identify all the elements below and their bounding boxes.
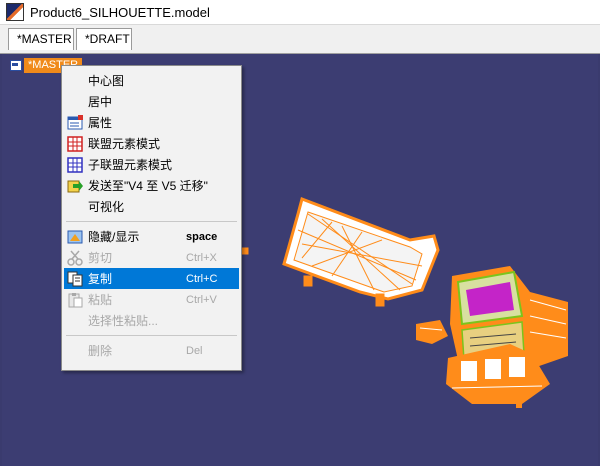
- hide-show-icon: [66, 228, 84, 246]
- send-to-icon: [66, 177, 84, 195]
- menu-item-copy[interactable]: 复制 Ctrl+C: [64, 268, 239, 289]
- paste-icon: [66, 291, 84, 309]
- context-menu: 中心图 居中 属性 联盟元素模式 子联盟元素模式 发送至"V4 至 V5 迁移"…: [61, 65, 242, 371]
- tab-master[interactable]: *MASTER: [8, 28, 74, 50]
- sub-federation-grid-icon: [66, 156, 84, 174]
- menu-item-sub-federation-mode[interactable]: 子联盟元素模式: [64, 154, 239, 175]
- tab-strip: *MASTER *DRAFT: [0, 25, 600, 54]
- federation-grid-icon: [66, 135, 84, 153]
- properties-icon: [66, 114, 84, 132]
- menu-item-visualization[interactable]: 可视化: [64, 196, 239, 217]
- menu-item-delete[interactable]: 删除 Del: [64, 340, 239, 361]
- product-icon: [10, 60, 22, 71]
- window-title: Product6_SILHOUETTE.model: [30, 4, 210, 20]
- menu-separator: [66, 335, 237, 336]
- tab-draft[interactable]: *DRAFT: [76, 28, 132, 50]
- copy-icon: [66, 270, 84, 288]
- instrument-cluster-part: [241, 197, 440, 307]
- menu-item-center-graph[interactable]: 中心图: [64, 70, 239, 91]
- menu-item-send-to-migration[interactable]: 发送至"V4 至 V5 迁移": [64, 175, 239, 196]
- scissors-icon: [66, 249, 84, 267]
- menu-item-paste[interactable]: 粘贴 Ctrl+V: [64, 289, 239, 310]
- title-bar: Product6_SILHOUETTE.model: [0, 0, 600, 25]
- menu-separator: [66, 221, 237, 222]
- menu-item-federation-mode[interactable]: 联盟元素模式: [64, 133, 239, 154]
- menu-item-hide-show[interactable]: 隐藏/显示 space: [64, 226, 239, 247]
- menu-item-paste-special[interactable]: 选择性粘贴...: [64, 310, 239, 331]
- menu-item-center[interactable]: 居中: [64, 91, 239, 112]
- connector-part: [416, 320, 448, 344]
- menu-item-properties[interactable]: 属性: [64, 112, 239, 133]
- app-icon: [6, 3, 24, 21]
- menu-item-cut[interactable]: 剪切 Ctrl+X: [64, 247, 239, 268]
